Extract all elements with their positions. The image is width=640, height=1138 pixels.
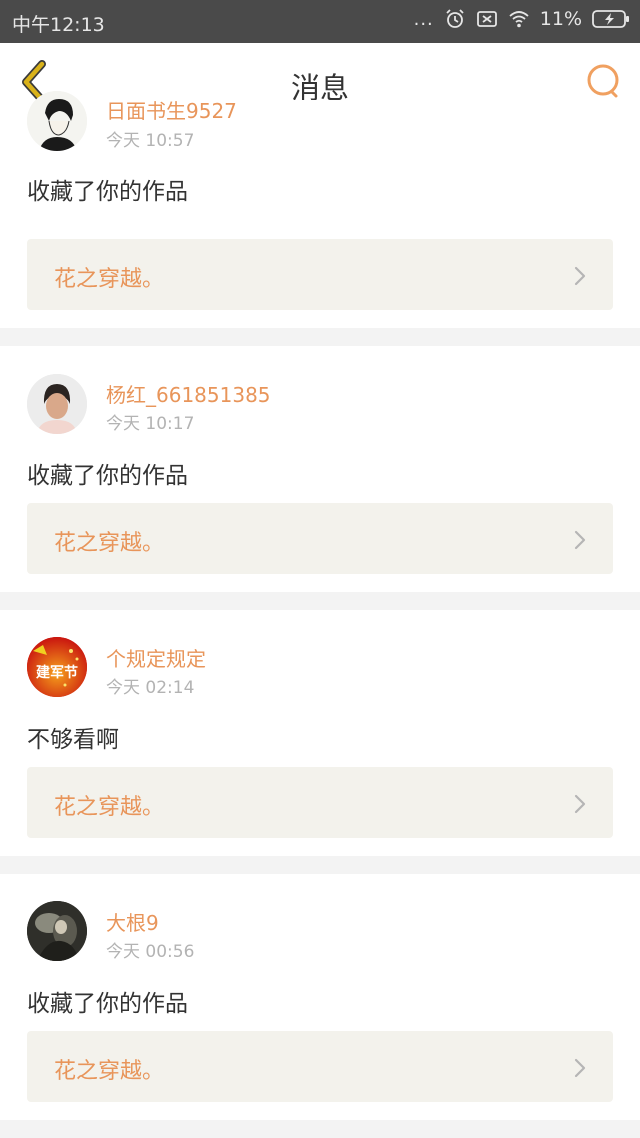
work-link[interactable]: 花之穿越。: [27, 503, 613, 574]
avatar[interactable]: [27, 374, 87, 434]
sketch-avatar-icon: [27, 91, 87, 151]
battery-charging-icon: [592, 10, 629, 28]
avatar[interactable]: 建军节: [27, 637, 87, 697]
username[interactable]: 个规定规定: [106, 643, 206, 672]
status-icons: ... 11%: [414, 8, 630, 30]
chevron-right-icon: [574, 794, 586, 814]
work-link[interactable]: 花之穿越。: [27, 767, 613, 838]
status-bar: 中午12:13 ... 11%: [0, 0, 640, 43]
chevron-right-icon: [574, 266, 586, 286]
message-action: 收藏了你的作品: [27, 463, 188, 489]
wifi-icon: [509, 11, 529, 28]
dark-photo-avatar-icon: [27, 901, 87, 961]
festival-avatar-icon: 建军节: [27, 637, 87, 697]
message-action: 收藏了你的作品: [27, 991, 188, 1017]
username[interactable]: 杨红_661851385: [106, 379, 271, 408]
message-card: 大根9 今天 00:56 收藏了你的作品 花之穿越。: [0, 874, 640, 1120]
chevron-right-icon: [574, 530, 586, 550]
work-title: 花之穿越。: [54, 1059, 165, 1084]
battery-percent: 11%: [539, 8, 582, 30]
no-sim-icon: [476, 11, 497, 27]
message-time: 今天 00:56: [106, 942, 195, 962]
message-card: 日面书生9527 今天 10:57 收藏了你的作品 花之穿越。: [0, 91, 640, 328]
alarm-icon: [446, 9, 464, 28]
message-time: 今天 10:57: [106, 131, 195, 151]
message-time: 今天 02:14: [106, 678, 195, 698]
search-icon[interactable]: [584, 61, 624, 101]
more-dots: ...: [413, 8, 434, 30]
chevron-right-icon: [574, 1058, 586, 1078]
work-link[interactable]: 花之穿越。: [27, 239, 613, 310]
work-title: 花之穿越。: [54, 795, 165, 820]
photo-avatar-icon: [27, 374, 87, 434]
message-action: 收藏了你的作品: [27, 179, 188, 205]
message-card: 建军节 个规定规定 今天 02:14 不够看啊 花之穿越。: [0, 610, 640, 856]
username[interactable]: 日面书生9527: [106, 95, 237, 124]
username[interactable]: 大根9: [106, 907, 159, 936]
avatar[interactable]: [27, 91, 87, 151]
work-link[interactable]: 花之穿越。: [27, 1031, 613, 1102]
message-card: 杨红_661851385 今天 10:17 收藏了你的作品 花之穿越。: [0, 346, 640, 592]
work-title: 花之穿越。: [54, 267, 165, 292]
work-title: 花之穿越。: [54, 531, 165, 556]
status-time: 中午12:13: [12, 14, 105, 36]
avatar[interactable]: [27, 901, 87, 961]
message-time: 今天 10:17: [106, 414, 195, 434]
avatar-text: 建军节: [36, 664, 78, 681]
message-action: 不够看啊: [27, 727, 119, 753]
